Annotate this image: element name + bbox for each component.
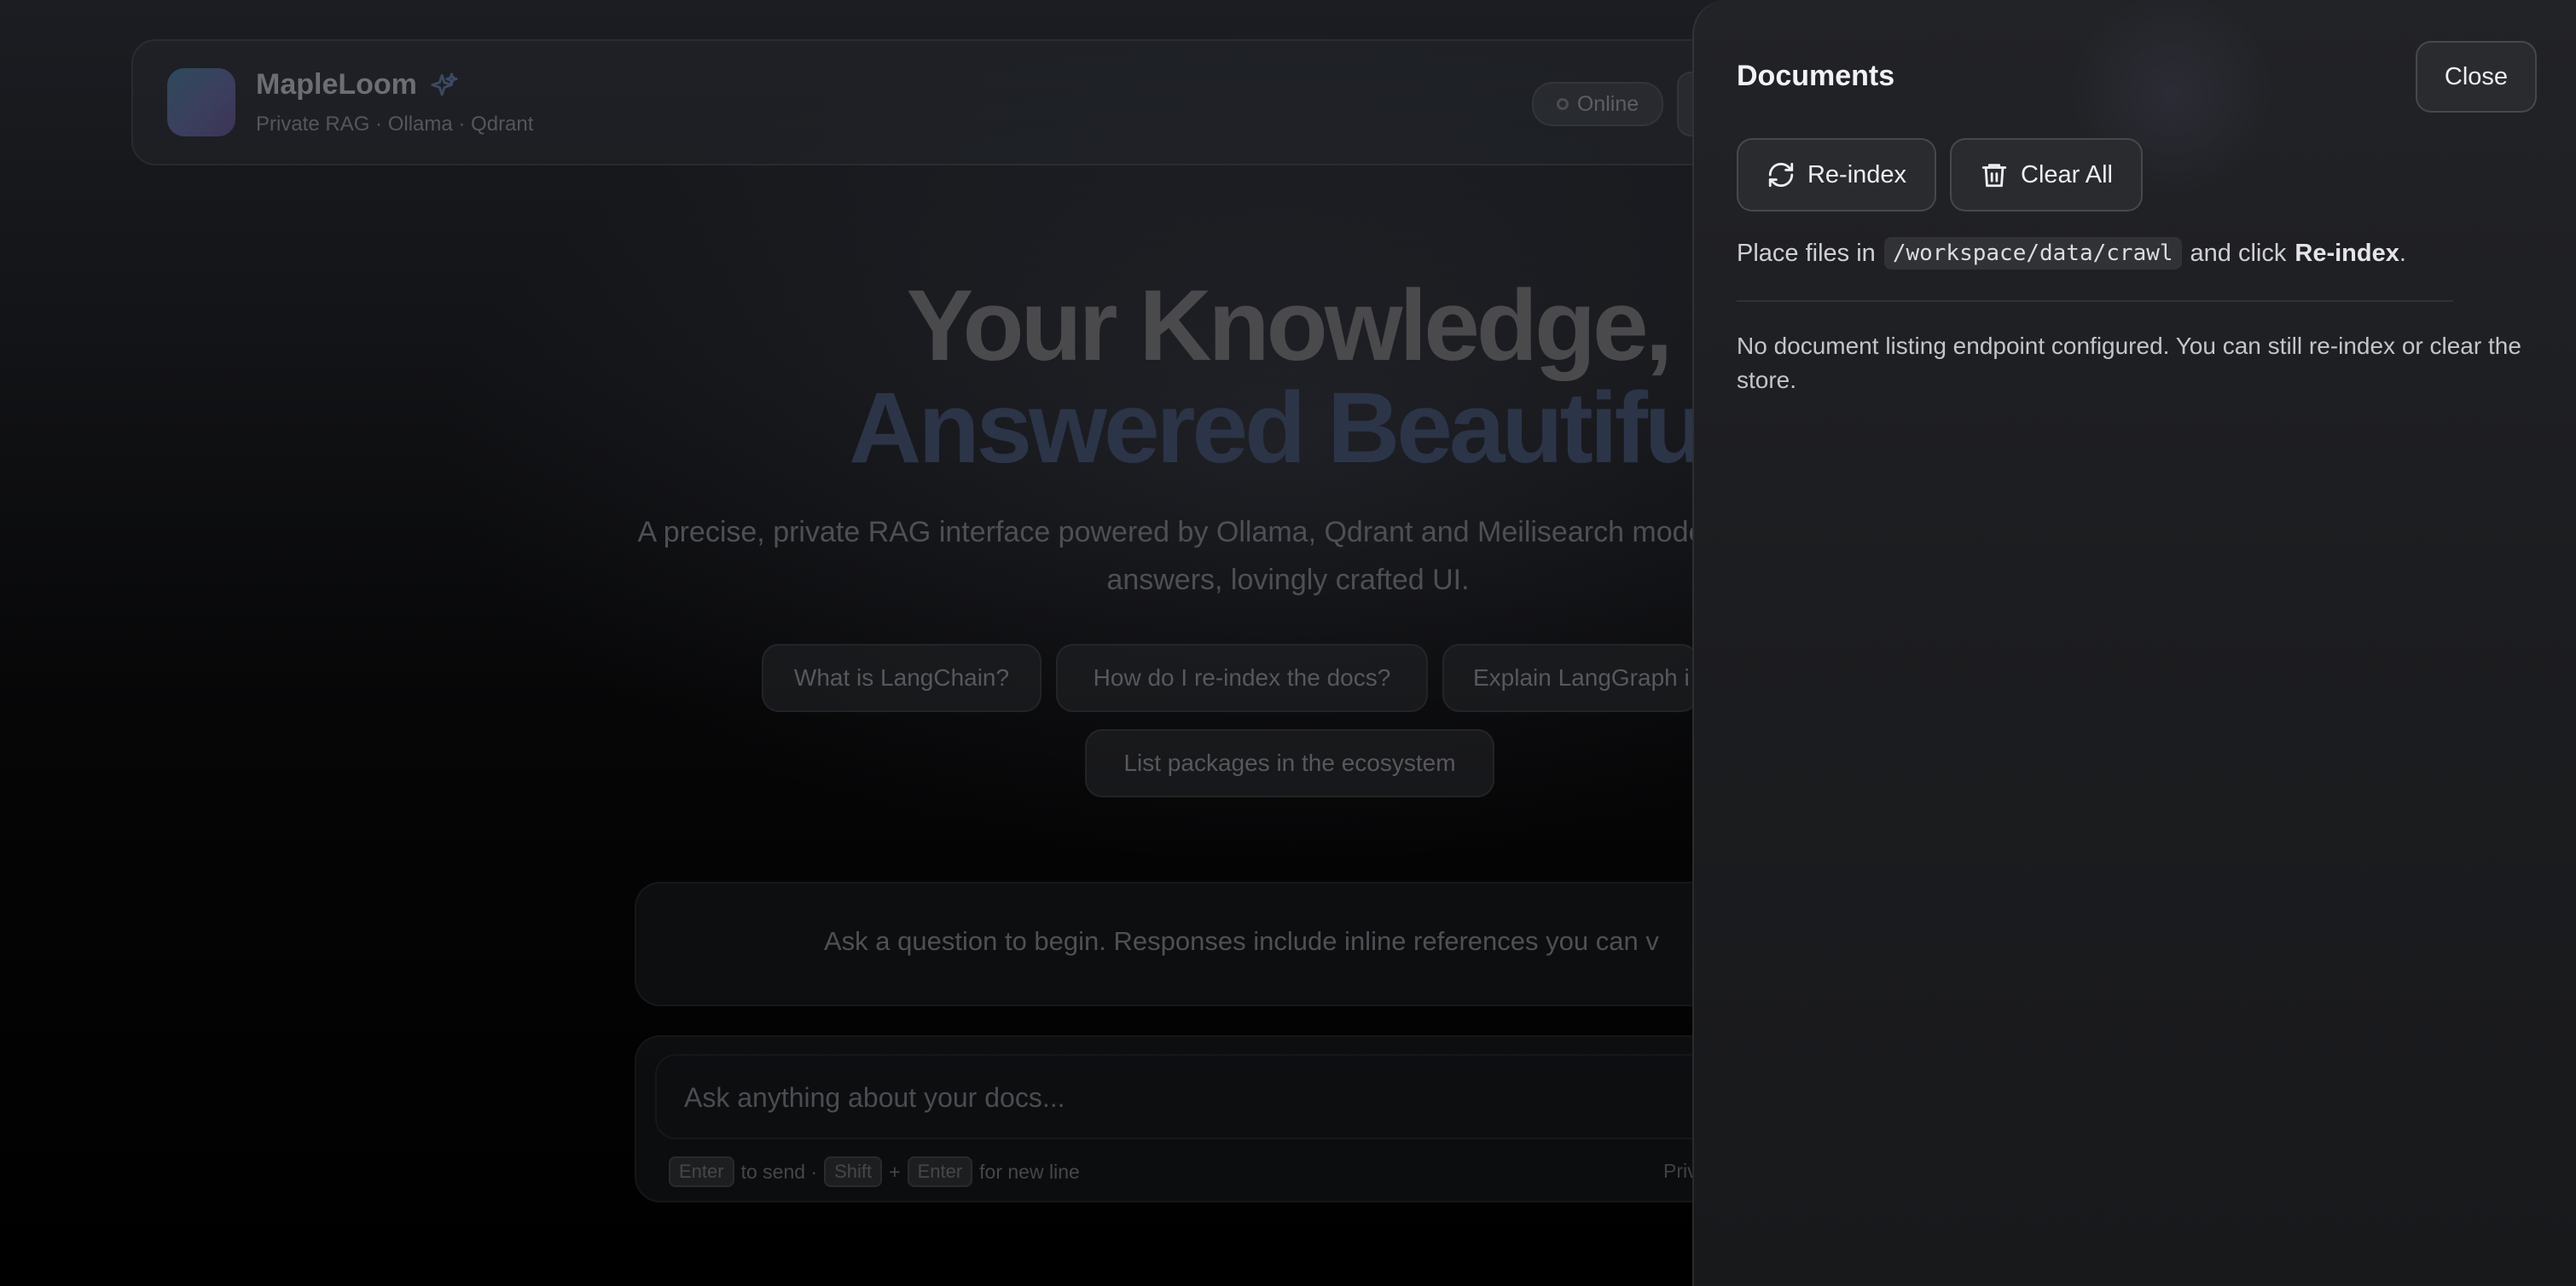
app-name: MapleLoom — [256, 68, 417, 101]
hint-text: + — [889, 1160, 901, 1183]
clear-all-button[interactable]: Clear All — [1950, 138, 2143, 211]
crawl-path: /workspace/data/crawl — [1883, 237, 2182, 269]
chat-input[interactable] — [682, 1056, 1795, 1139]
app-logo — [167, 68, 235, 136]
status-dot-icon — [1556, 98, 1569, 110]
keyboard-hint: Enter to send · Shift + Enter for new li… — [669, 1156, 1080, 1187]
suggestion-chip[interactable]: List packages in the ecosystem — [1085, 729, 1494, 797]
drawer-title: Documents — [1737, 60, 1895, 92]
suggestion-chip[interactable]: Explain LangGraph i — [1442, 644, 1698, 712]
reindex-instructions: Place files in /workspace/data/crawl and… — [1737, 237, 2406, 269]
trash-icon — [1981, 164, 2007, 188]
kbd-enter: Enter — [907, 1156, 973, 1187]
status-badge: Online — [1532, 82, 1663, 126]
reindex-button[interactable]: Re-index — [1737, 138, 1936, 211]
instructions-action: Re-index — [2295, 239, 2399, 267]
close-button-label: Close — [2444, 62, 2509, 90]
instructions-suffix: . — [2399, 239, 2406, 267]
empty-state-text: Ask a question to begin. Responses inclu… — [824, 926, 1659, 956]
reindex-button-label: Re-index — [1807, 160, 1907, 188]
documents-drawer: Documents Close Re-index Clear All Place… — [1692, 0, 2576, 1286]
no-listing-message: No document listing endpoint configured.… — [1737, 333, 2521, 393]
suggestion-chip[interactable]: How do I re-index the docs? — [1056, 644, 1428, 712]
hint-text: for new line — [979, 1160, 1080, 1183]
app-subtitle: Private RAG · Ollama · Qdrant — [256, 113, 534, 136]
refresh-icon — [1768, 162, 1794, 188]
instructions-prefix: Place files in — [1737, 239, 1876, 267]
close-button[interactable]: Close — [2416, 41, 2537, 113]
clear-all-button-label: Clear All — [2021, 160, 2113, 188]
hint-text: to send · — [740, 1160, 818, 1183]
kbd-shift: Shift — [824, 1156, 883, 1187]
kbd-enter: Enter — [669, 1156, 734, 1187]
suggestion-chip[interactable]: What is LangChain? — [762, 644, 1041, 712]
drawer-divider — [1737, 300, 2453, 302]
status-label: Online — [1576, 91, 1639, 116]
sparkle-icon — [431, 72, 458, 96]
instructions-mid: and click — [2190, 239, 2287, 267]
